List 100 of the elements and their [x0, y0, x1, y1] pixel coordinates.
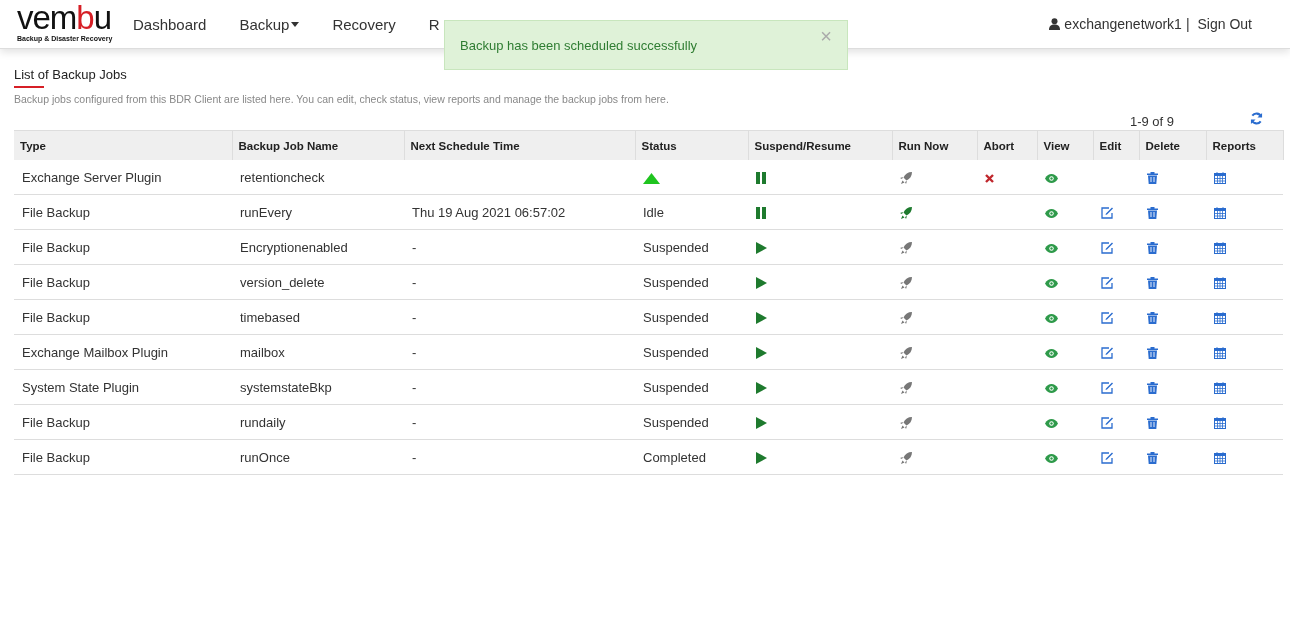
trash-icon[interactable]	[1147, 417, 1158, 430]
eye-icon[interactable]	[1045, 418, 1058, 428]
edit-icon[interactable]	[1101, 382, 1114, 395]
play-icon[interactable]	[756, 452, 767, 465]
table-cell: -	[412, 379, 417, 395]
table-cell: -	[412, 414, 417, 430]
table-cell: System State Plugin	[14, 369, 232, 405]
calendar-icon[interactable]	[1214, 172, 1226, 185]
status-text: Suspended	[643, 274, 709, 290]
column-header: Delete	[1139, 130, 1206, 160]
edit-icon[interactable]	[1101, 207, 1114, 220]
column-header: Status	[635, 130, 748, 160]
trash-icon[interactable]	[1147, 277, 1158, 290]
column-header: Edit	[1093, 130, 1139, 160]
nav-link[interactable]: R	[428, 15, 440, 33]
table-cell: -	[412, 449, 417, 465]
edit-icon[interactable]	[1101, 347, 1114, 360]
table-cell: systemstateBkp	[232, 369, 404, 405]
edit-icon[interactable]	[1101, 452, 1114, 465]
trash-icon[interactable]	[1147, 207, 1158, 220]
column-header: View	[1037, 130, 1093, 160]
rocket-icon[interactable]	[900, 382, 912, 395]
username: exchangenetwork1	[1064, 16, 1182, 32]
eye-icon[interactable]	[1045, 243, 1058, 253]
calendar-icon[interactable]	[1214, 452, 1226, 465]
table-cell: Exchange Server Plugin	[14, 160, 232, 195]
column-header: Next Schedule Time	[404, 130, 635, 160]
nav-link[interactable]: Backup	[239, 15, 300, 33]
table-cell: rundaily	[232, 404, 404, 440]
trash-icon[interactable]	[1147, 312, 1158, 325]
eye-icon[interactable]	[1045, 313, 1058, 323]
nav-link[interactable]: Recovery	[332, 15, 396, 33]
edit-icon[interactable]	[1101, 417, 1114, 430]
edit-icon[interactable]	[1101, 242, 1114, 255]
calendar-icon[interactable]	[1214, 312, 1226, 325]
table-cell: File Backup	[14, 439, 232, 475]
status-text: Suspended	[643, 239, 709, 255]
table-cell: runOnce	[232, 439, 404, 475]
nav-link[interactable]: Dashboard	[133, 15, 207, 33]
play-icon[interactable]	[756, 312, 767, 325]
eye-icon[interactable]	[1045, 453, 1058, 463]
trash-icon[interactable]	[1147, 452, 1158, 465]
calendar-icon[interactable]	[1214, 417, 1226, 430]
play-icon[interactable]	[756, 242, 767, 255]
rocket-icon[interactable]	[900, 242, 912, 255]
table-cell: runEvery	[232, 194, 404, 230]
status-text: Suspended	[643, 344, 709, 360]
table-cell: -	[412, 309, 417, 325]
trash-icon[interactable]	[1147, 242, 1158, 255]
calendar-icon[interactable]	[1214, 207, 1226, 220]
pause-icon[interactable]	[756, 207, 767, 220]
separator: |	[1185, 16, 1190, 32]
rocket-icon[interactable]	[900, 312, 912, 325]
play-icon[interactable]	[756, 277, 767, 290]
table-cell: Thu 19 Aug 2021 06:57:02	[412, 204, 566, 220]
eye-icon[interactable]	[1045, 208, 1058, 218]
play-icon[interactable]	[756, 347, 767, 360]
eye-icon[interactable]	[1045, 173, 1058, 183]
calendar-icon[interactable]	[1214, 347, 1226, 360]
table-cell: File Backup	[14, 229, 232, 265]
table-cell: File Backup	[14, 194, 232, 230]
sign-out-link[interactable]: Sign Out	[1197, 16, 1252, 32]
page-description: Backup jobs configured from this BDR Client are listed here. You can edit, check status, view reports and manage the backup jobs from here.	[14, 93, 670, 105]
eye-icon[interactable]	[1045, 278, 1058, 288]
trash-icon[interactable]	[1147, 172, 1158, 185]
rocket-icon[interactable]	[900, 172, 912, 185]
play-icon[interactable]	[756, 417, 767, 430]
table-cell: -	[412, 239, 417, 255]
table-cell: timebased	[232, 299, 404, 335]
trash-icon[interactable]	[1147, 347, 1158, 360]
rocket-icon[interactable]	[900, 277, 912, 290]
eye-icon[interactable]	[1045, 348, 1058, 358]
pagination-count: 1-9 of 9	[1129, 113, 1174, 129]
refresh-icon[interactable]	[1250, 111, 1263, 125]
pause-icon[interactable]	[756, 172, 767, 185]
rocket-icon[interactable]	[900, 417, 912, 430]
table-cell: -	[412, 274, 417, 290]
play-icon[interactable]	[756, 382, 767, 395]
caret-icon	[291, 21, 300, 27]
column-header: Run Now	[892, 130, 977, 160]
calendar-icon[interactable]	[1214, 382, 1226, 395]
trash-icon[interactable]	[1147, 382, 1158, 395]
table-cell: File Backup	[14, 404, 232, 440]
table-cell: -	[412, 344, 417, 360]
rocket-icon[interactable]	[900, 207, 912, 220]
table-cell: version_delete	[232, 264, 404, 300]
rocket-icon[interactable]	[900, 452, 912, 465]
user-icon	[1049, 18, 1061, 30]
edit-icon[interactable]	[1101, 312, 1114, 325]
table-cell: File Backup	[14, 299, 232, 335]
page-title: List of Backup Jobs	[14, 67, 128, 82]
eye-icon[interactable]	[1045, 383, 1058, 393]
status-text: Idle	[643, 204, 664, 220]
edit-icon[interactable]	[1101, 277, 1114, 290]
table-cell: Encryptionenabled	[232, 229, 404, 265]
calendar-icon[interactable]	[1214, 242, 1226, 255]
close-icon[interactable]	[985, 173, 994, 183]
calendar-icon[interactable]	[1214, 277, 1226, 290]
column-header: Suspend/Resume	[748, 130, 892, 160]
rocket-icon[interactable]	[900, 347, 912, 360]
